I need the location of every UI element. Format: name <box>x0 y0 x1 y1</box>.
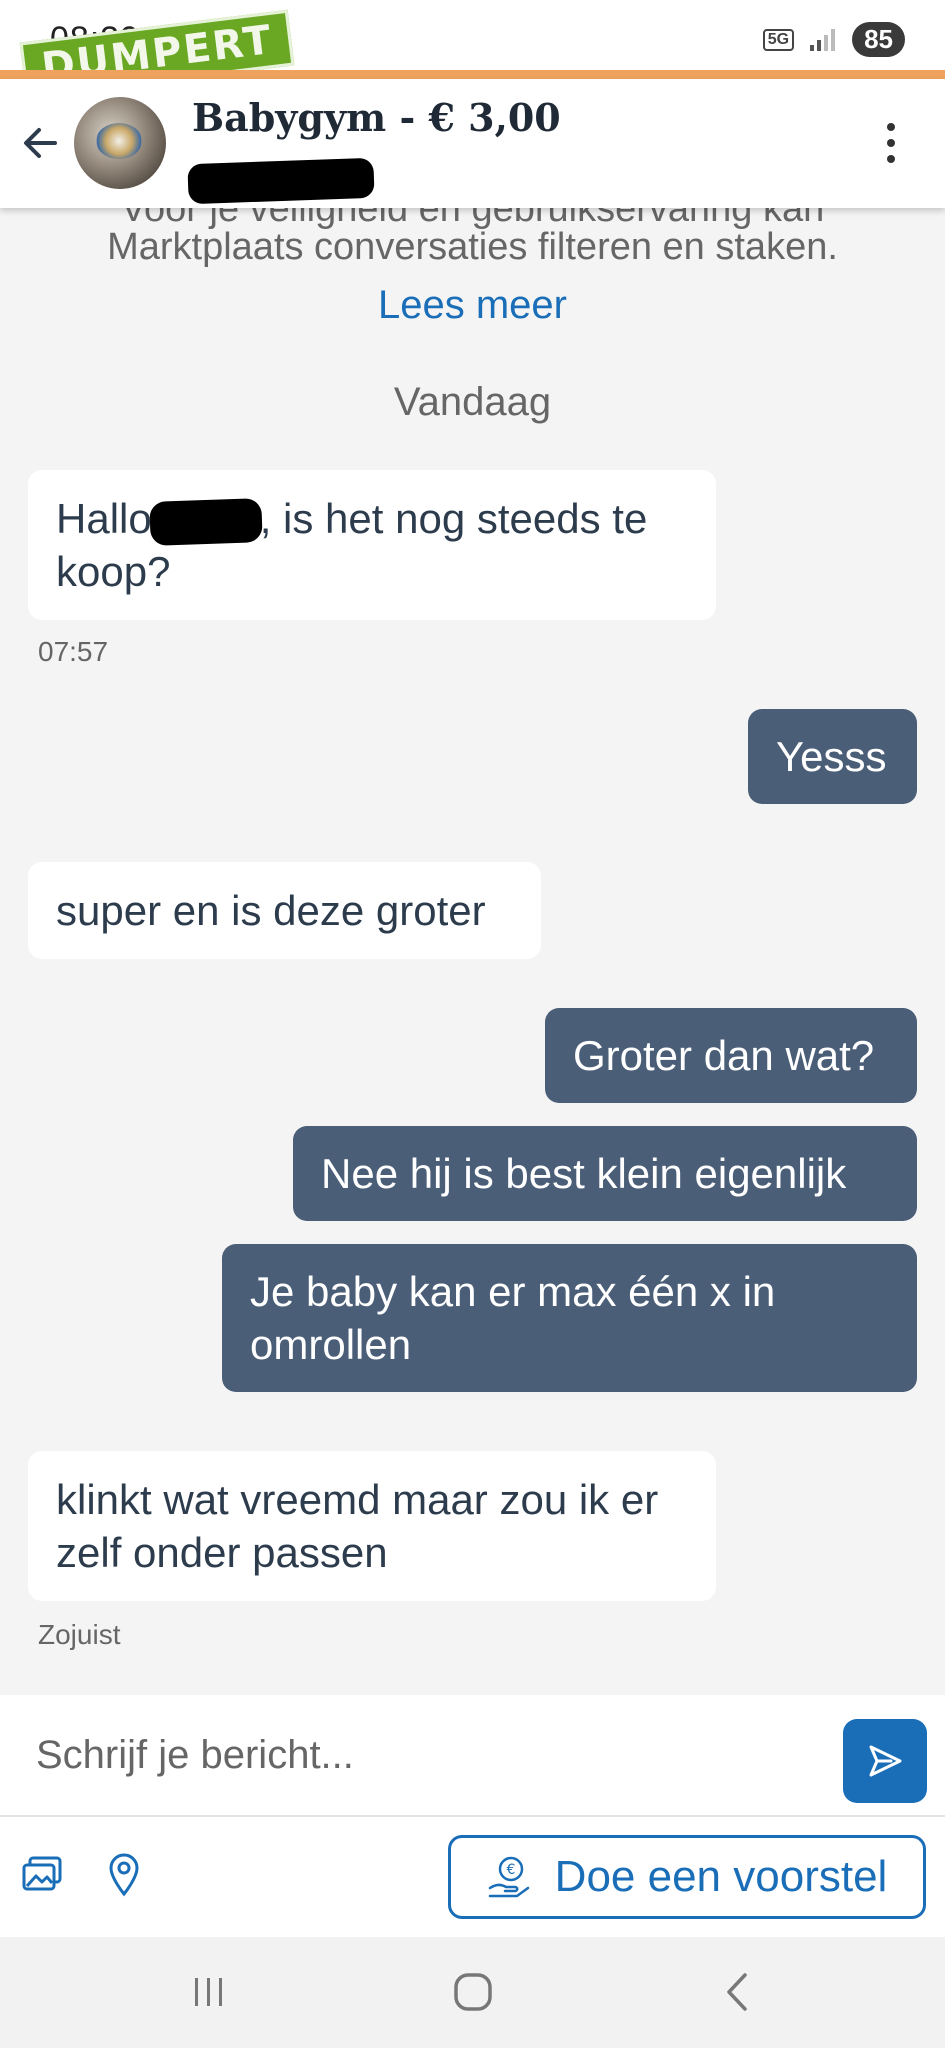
location-button[interactable] <box>102 1847 146 1901</box>
message-incoming[interactable]: klinkt wat vreemd maar zou ik er zelf on… <box>28 1451 716 1601</box>
message-outgoing[interactable]: Yesss <box>748 709 917 804</box>
message-incoming[interactable]: super en is deze groter <box>28 862 541 959</box>
top-accent-bar <box>0 70 945 79</box>
home-icon <box>454 1973 492 2011</box>
location-pin-icon <box>109 1853 139 1897</box>
arrow-left-icon <box>24 128 57 158</box>
message-text: klinkt wat vreemd maar zou ik er zelf on… <box>56 1476 659 1576</box>
message-text: Hallo <box>56 495 152 542</box>
home-button[interactable] <box>443 1967 503 2017</box>
message-timestamp: Zojuist <box>38 1619 121 1650</box>
system-navigation-bar <box>0 1937 945 2048</box>
message-incoming[interactable]: Hallo, is het nog steeds te koop? <box>28 470 716 620</box>
message-outgoing[interactable]: Nee hij is best klein eigenlijk <box>293 1126 917 1221</box>
signal-icon <box>810 28 836 51</box>
message-outgoing[interactable]: Je baby kan er max één x in omrollen <box>222 1244 917 1392</box>
message-text: Je baby kan er max één x in omrollen <box>250 1268 776 1368</box>
send-icon <box>869 1745 902 1777</box>
redacted-username <box>187 157 375 205</box>
recent-apps-icon <box>195 1978 222 2006</box>
battery-indicator: 85 <box>852 22 905 57</box>
message-text: Groter dan wat? <box>573 1032 875 1079</box>
chevron-left-icon <box>727 1973 747 2011</box>
status-icons: 5G 85 <box>762 22 905 57</box>
safety-notice: Marktplaats conversaties filteren en sta… <box>107 226 838 268</box>
composer-actions: € Doe een voorstel <box>0 1817 945 1937</box>
message-text: Yesss <box>776 733 887 780</box>
more-options-button[interactable] <box>879 119 903 167</box>
message-timestamp: 07:57 <box>38 636 109 667</box>
message-text: Nee hij is best klein eigenlijk <box>321 1150 847 1197</box>
message-text: super en is deze groter <box>56 887 486 934</box>
recent-apps-button[interactable] <box>179 1967 239 2017</box>
more-vertical-icon <box>887 123 895 131</box>
listing-title[interactable]: Babygym - € 3,00 <box>192 95 561 140</box>
date-separator: Vandaag <box>393 380 552 424</box>
listing-thumbnail[interactable] <box>74 97 166 189</box>
read-more-link[interactable]: Lees meer <box>0 283 945 328</box>
photo-button[interactable] <box>20 1847 64 1901</box>
message-input[interactable]: Schrijf je bericht... <box>36 1733 354 1778</box>
images-icon <box>22 1856 62 1891</box>
make-offer-button[interactable]: € Doe een voorstel <box>448 1835 926 1919</box>
conversation-header: Babygym - € 3,00 <box>0 79 945 208</box>
svg-text:€: € <box>506 1862 515 1878</box>
back-button[interactable] <box>16 119 64 167</box>
redacted-name <box>148 497 263 546</box>
message-composer: Schrijf je bericht... <box>0 1695 945 1815</box>
message-outgoing[interactable]: Groter dan wat? <box>545 1008 917 1103</box>
euro-hand-icon: € <box>488 1856 529 1898</box>
system-back-button[interactable] <box>707 1967 767 2017</box>
make-offer-label: Doe een voorstel <box>554 1852 888 1901</box>
send-button[interactable] <box>843 1719 927 1803</box>
network-type-badge: 5G <box>762 28 795 51</box>
